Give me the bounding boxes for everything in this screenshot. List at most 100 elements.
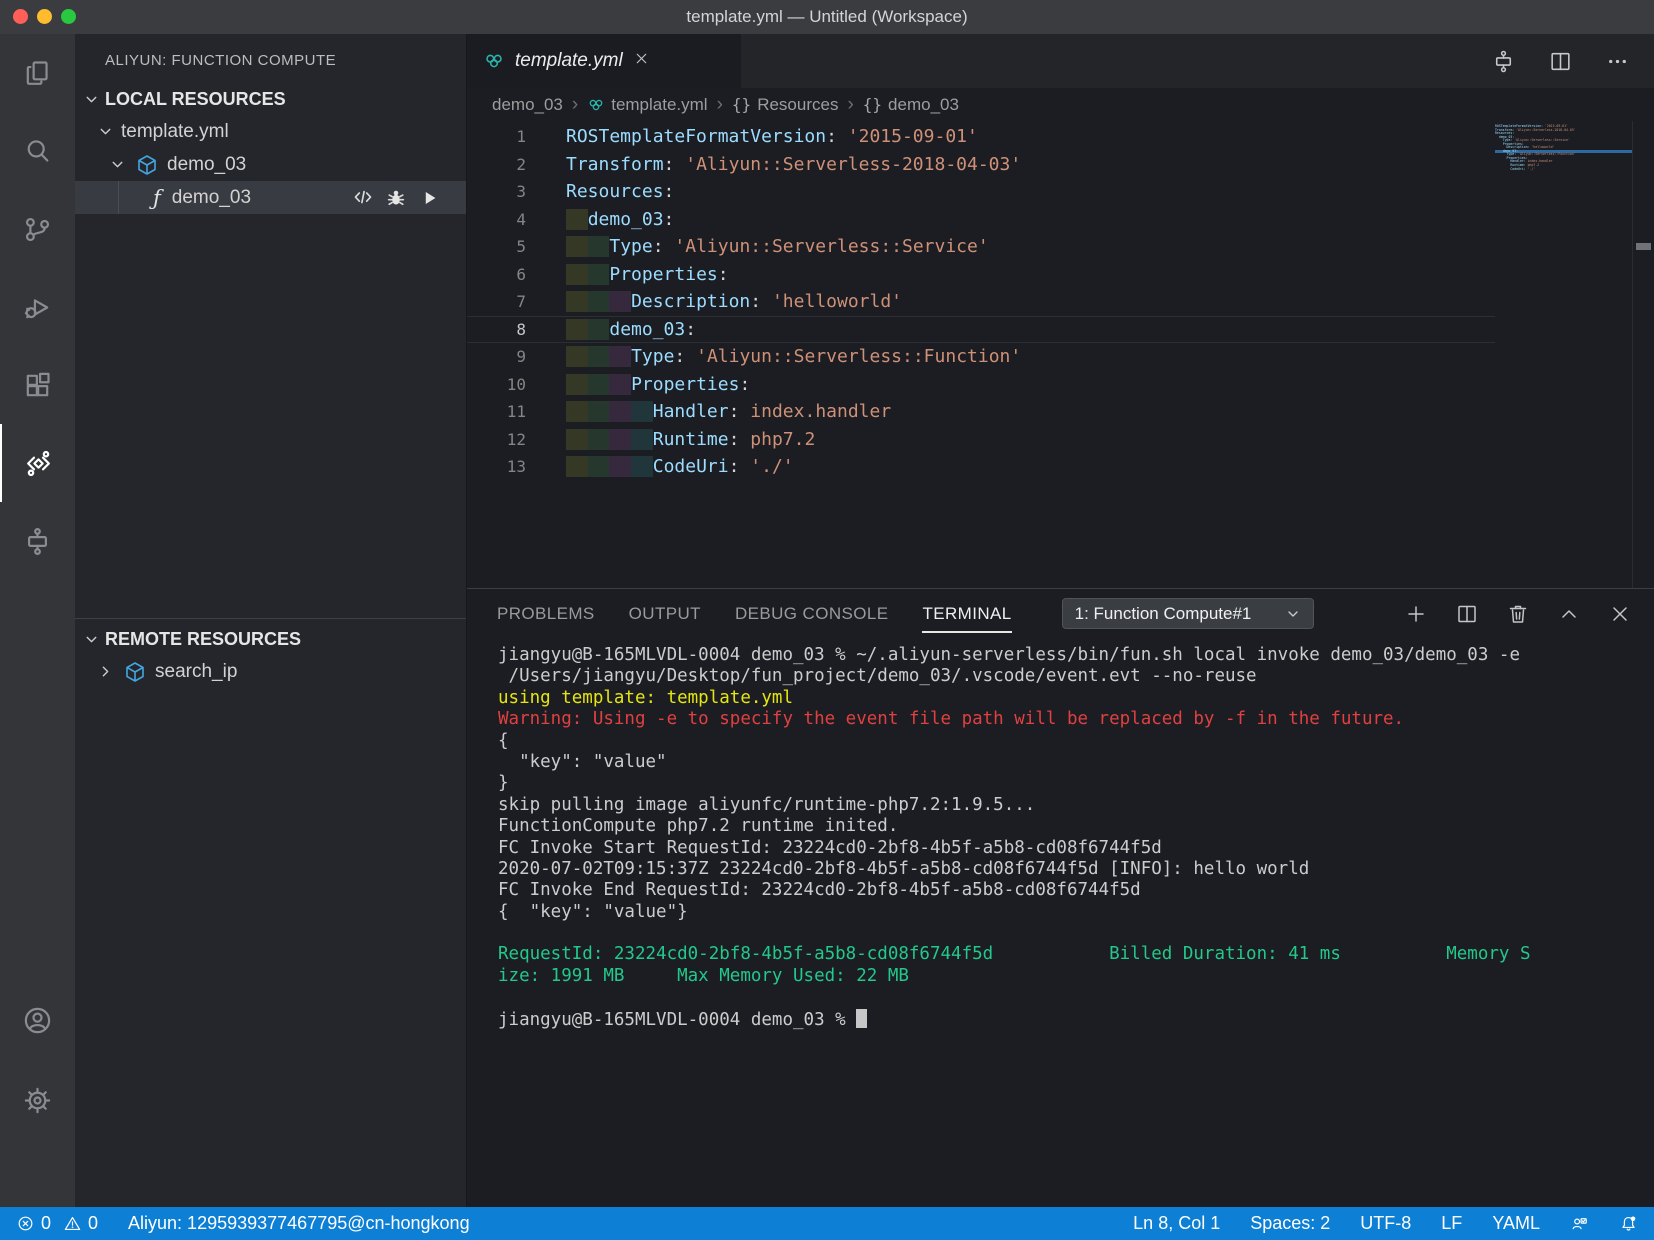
code-editor[interactable]: 1 ROSTemplateFormatVersion: '2015-09-01' 2… xyxy=(467,123,1495,481)
bottom-panel: PROBLEMS OUTPUT DEBUG CONSOLE TERMINAL 1: F… xyxy=(467,588,1654,1207)
panel-tab-output[interactable]: OUTPUT xyxy=(629,604,701,624)
breadcrumb-item[interactable]: {} demo_03 xyxy=(863,95,959,115)
service-cube-icon xyxy=(126,661,144,682)
kill-terminal-icon[interactable] xyxy=(1506,602,1530,626)
resource-flow-icon xyxy=(28,527,47,555)
new-terminal-icon[interactable] xyxy=(1404,602,1428,626)
traffic-lights xyxy=(13,9,76,24)
activitybar-aliyun-function-compute[interactable] xyxy=(0,424,75,502)
more-actions-icon[interactable] xyxy=(1605,49,1630,74)
section-remote-resources[interactable]: REMOTE RESOURCES xyxy=(75,623,466,655)
breadcrumb-item[interactable]: template.yml xyxy=(587,95,708,115)
breadcrumb-item[interactable]: demo_03 xyxy=(492,95,563,115)
activity-bar-bottom xyxy=(0,980,75,1140)
terminal-line: skip pulling image aliyunfc/runtime-php7… xyxy=(498,794,1036,815)
warning-icon xyxy=(64,1216,81,1231)
sidebar-view-title: ALIYUN: FUNCTION COMPUTE xyxy=(105,52,337,69)
chevron-down-icon xyxy=(86,96,97,102)
cursor-position[interactable]: Ln 8, Col 1 xyxy=(1133,1213,1220,1234)
activitybar-source-control[interactable] xyxy=(0,190,75,268)
breadcrumb-item[interactable]: {} Resources xyxy=(732,95,839,115)
maximize-panel-icon[interactable] xyxy=(1557,602,1581,626)
terminal-line: } xyxy=(498,773,509,794)
breadcrumb-separator: › xyxy=(716,93,723,115)
activitybar-explorer[interactable] xyxy=(0,34,75,112)
close-window-button[interactable] xyxy=(13,9,28,24)
tree-item-template-yml[interactable]: template.yml xyxy=(75,115,466,148)
panel-tabs: PROBLEMS OUTPUT DEBUG CONSOLE TERMINAL xyxy=(497,604,1046,633)
sidebar: ALIYUN: FUNCTION COMPUTE LOCAL RESOURCES… xyxy=(75,34,466,1207)
chevron-down-icon xyxy=(112,161,123,168)
split-terminal-icon[interactable] xyxy=(1455,602,1479,626)
panel-tab-debug-console[interactable]: DEBUG CONSOLE xyxy=(735,604,889,624)
debug-action-icon[interactable] xyxy=(385,187,407,209)
tree-item-search-ip[interactable]: search_ip xyxy=(75,655,466,688)
notifications-button[interactable] xyxy=(1619,1214,1638,1233)
activitybar-run-debug[interactable] xyxy=(0,268,75,346)
deploy-resource-icon[interactable] xyxy=(1491,49,1516,74)
tab-close-button[interactable] xyxy=(633,50,650,72)
code-line: 13 CodeUri: './' xyxy=(506,456,794,477)
section-label: REMOTE RESOURCES xyxy=(105,628,302,649)
code-line: 12 Runtime: php7.2 xyxy=(506,428,816,450)
code-line: 8 demo_03: xyxy=(467,316,1495,344)
minimap[interactable]: ROSTemplateFormatVersion: '2015-09-01' Tr… xyxy=(1495,124,1632,171)
tree-item-function-demo03[interactable]: ƒ demo_03 xyxy=(75,181,466,214)
activitybar-resource-flow[interactable] xyxy=(0,502,75,580)
terminal-output[interactable]: jiangyu@B-165MLVDL-0004 demo_03 % ~/.ali… xyxy=(498,638,1646,1207)
tab-template-yml[interactable]: template.yml xyxy=(467,34,741,88)
split-editor-icon[interactable] xyxy=(1548,49,1573,74)
terminal-select-label: 1: Function Compute#1 xyxy=(1074,603,1252,623)
terminal-line: jiangyu@B-165MLVDL-0004 demo_03 % ~/.ali… xyxy=(498,645,1520,665)
terminal-line: "key": "value" xyxy=(498,751,667,772)
run-action-icon[interactable] xyxy=(418,187,440,209)
aliyun-account-status[interactable]: Aliyun: 1295939377467795@cn-hongkong xyxy=(128,1213,470,1234)
terminal-line: 2020-07-02T09:15:37Z 23224cd0-2bf8-4b5f-… xyxy=(498,858,1310,879)
minimize-window-button[interactable] xyxy=(37,9,52,24)
panel-tab-terminal[interactable]: TERMINAL xyxy=(922,604,1012,633)
braces-icon: {} xyxy=(862,95,883,114)
code-action-icon[interactable] xyxy=(352,187,374,209)
run-debug-icon xyxy=(24,298,49,318)
editor-actions xyxy=(1491,34,1654,88)
feedback-button[interactable] xyxy=(1570,1214,1589,1233)
tree-item-label: template.yml xyxy=(121,120,229,142)
ros-template-icon xyxy=(486,54,502,68)
close-panel-icon[interactable] xyxy=(1608,602,1632,626)
terminal-line: FC Invoke Start RequestId: 23224cd0-2bf8… xyxy=(498,837,1162,858)
remote-resources-block: REMOTE RESOURCES search_ip xyxy=(75,618,466,688)
tree-item-service-demo03[interactable]: demo_03 xyxy=(75,148,466,181)
code-line: 1 ROSTemplateFormatVersion: '2015-09-01' xyxy=(516,126,978,147)
editor-area: template.yml demo_03 › template.yml › {} Reso… xyxy=(466,34,1654,1207)
terminal-line: jiangyu@B-165MLVDL-0004 demo_03 % xyxy=(498,1008,1646,1030)
feedback-icon xyxy=(1572,1218,1587,1230)
terminal-line: Warning: Using -e to specify the event f… xyxy=(498,709,1405,730)
extensions-icon xyxy=(26,372,50,396)
language-mode[interactable]: YAML xyxy=(1492,1213,1540,1234)
panel-tab-problems[interactable]: PROBLEMS xyxy=(497,604,595,624)
aliyun-function-compute-icon xyxy=(27,450,50,476)
function-icon: ƒ xyxy=(153,185,161,210)
tree-item-label: search_ip xyxy=(155,660,238,682)
tab-bar: template.yml xyxy=(467,34,1654,88)
terminal-line: ize: 1991 MB Max Memory Used: 22 MB xyxy=(498,965,909,986)
terminal-select[interactable]: 1: Function Compute#1 xyxy=(1061,598,1314,629)
activity-bar xyxy=(0,34,75,1207)
section-local-resources[interactable]: LOCAL RESOURCES xyxy=(75,83,466,115)
indentation-setting[interactable]: Spaces: 2 xyxy=(1250,1213,1330,1234)
activitybar-accounts[interactable] xyxy=(0,980,75,1060)
eol-setting[interactable]: LF xyxy=(1441,1213,1462,1234)
zoom-window-button[interactable] xyxy=(61,9,76,24)
warning-count: 0 xyxy=(88,1213,99,1233)
code-line: 3 Resources: xyxy=(516,181,675,202)
statusbar-right: Ln 8, Col 1 Spaces: 2 UTF-8 LF YAML xyxy=(1103,1213,1638,1234)
activitybar-search[interactable] xyxy=(0,112,75,190)
activitybar-extensions[interactable] xyxy=(0,346,75,424)
panel-actions xyxy=(1404,602,1654,626)
window-title: template.yml — Untitled (Workspace) xyxy=(686,7,968,26)
chevron-down-icon xyxy=(86,636,97,642)
close-icon xyxy=(636,53,647,64)
problems-indicator[interactable]: 0 0 xyxy=(16,1213,98,1234)
encoding-setting[interactable]: UTF-8 xyxy=(1360,1213,1411,1234)
activitybar-settings[interactable] xyxy=(0,1060,75,1140)
